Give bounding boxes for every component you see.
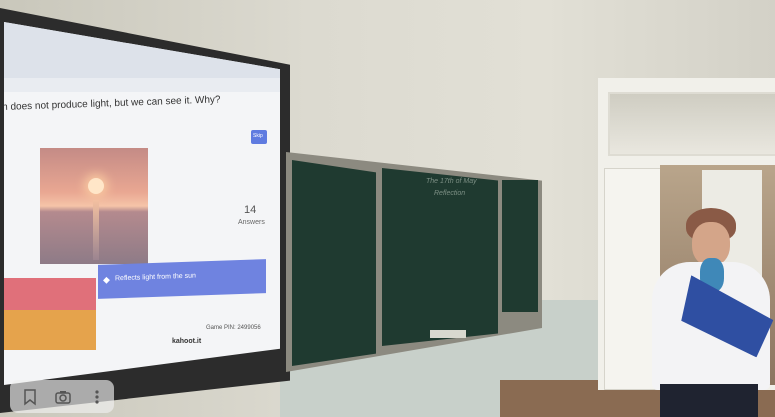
footer-brand: kahoot.it (172, 338, 202, 345)
answers-count: 14 (244, 204, 257, 216)
sun-reflection (93, 200, 99, 260)
transom-window (608, 92, 775, 156)
answers-label: Answers (238, 219, 265, 226)
footer-game-pin: Game PIN: 2499056 (206, 325, 261, 331)
answer-option-orange[interactable] (4, 310, 96, 350)
more-vertical-icon[interactable] (91, 388, 103, 406)
teacher-skirt (660, 384, 758, 417)
answer-option-blue[interactable]: ◆ Reflects light from the sun (98, 259, 266, 299)
skip-label: Skip (253, 133, 263, 139)
diamond-icon: ◆ (103, 274, 110, 285)
chalkboard-center: The 17th of May Reflection (382, 168, 498, 346)
answer-option-text: Reflects light from the sun (115, 272, 196, 283)
chalkboard-left (292, 160, 376, 366)
question-text: n does not produce light, but we can see… (4, 94, 221, 113)
chalkboard-right (502, 180, 538, 312)
camera-icon[interactable] (54, 388, 72, 406)
chalk-tray-eraser (430, 330, 466, 338)
sun (88, 178, 104, 194)
projected-kahoot: n does not produce light, but we can see… (4, 22, 280, 385)
chalk-writing-line1: The 17th of May (426, 178, 477, 185)
bookmark-icon[interactable] (22, 388, 38, 406)
skip-button[interactable]: Skip (251, 130, 267, 144)
sunset-image (40, 148, 148, 264)
chalk-writing-line2: Reflection (434, 190, 466, 197)
bookmarks-bar (4, 78, 280, 92)
classroom-photo: n does not produce light, but we can see… (0, 0, 775, 417)
